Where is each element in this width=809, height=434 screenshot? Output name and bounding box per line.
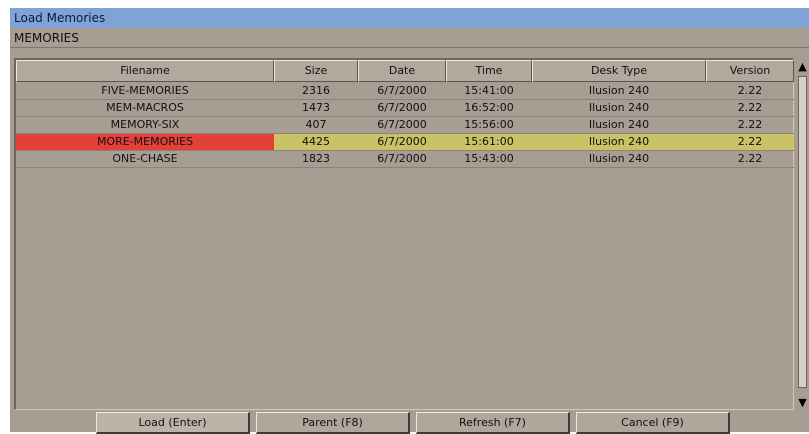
column-header-date[interactable]: Date: [358, 60, 446, 82]
vertical-scrollbar[interactable]: ▲ ▼: [796, 60, 809, 410]
cell-version: 2.22: [737, 135, 763, 148]
table-row[interactable]: MEMORY-SIX 407 6/7/2000 15:56:00 Ilusion…: [16, 117, 794, 134]
window-title: Load Memories: [10, 8, 809, 28]
column-header-time[interactable]: Time: [446, 60, 532, 82]
cell-filename: MEMORY-SIX: [110, 118, 180, 131]
cell-desk-type: Ilusion 240: [588, 84, 650, 97]
cell-desk-type: Ilusion 240: [588, 118, 650, 131]
cell-filename: FIVE-MEMORIES: [101, 84, 189, 97]
cell-version: 2.22: [737, 118, 763, 131]
scrollbar-thumb[interactable]: [798, 76, 807, 388]
cell-time: 15:41:00: [464, 84, 514, 97]
cell-filename: MEM-MACROS: [106, 101, 184, 114]
column-header-desk-type[interactable]: Desk Type: [532, 60, 706, 82]
load-memories-dialog: Load Memories MEMORIES Filename Size Dat…: [10, 8, 809, 434]
cell-size: 407: [305, 118, 327, 131]
cancel-button[interactable]: Cancel (F9): [576, 412, 730, 434]
load-button[interactable]: Load (Enter): [96, 412, 250, 434]
cell-time: 16:52:00: [464, 101, 514, 114]
parent-button[interactable]: Parent (F8): [256, 412, 410, 434]
cell-date: 6/7/2000: [377, 118, 427, 131]
cell-size: 1823: [302, 152, 330, 165]
cell-version: 2.22: [737, 84, 763, 97]
cell-date: 6/7/2000: [377, 101, 427, 114]
cell-desk-type: Ilusion 240: [588, 152, 650, 165]
table-row-selected[interactable]: MORE-MEMORIES 4425 6/7/2000 15:61:00 Ilu…: [16, 134, 794, 151]
cell-desk-type: Ilusion 240: [588, 135, 650, 148]
column-header-version[interactable]: Version: [706, 60, 794, 82]
table-row[interactable]: MEM-MACROS 1473 6/7/2000 16:52:00 Ilusio…: [16, 100, 794, 117]
cell-filename: MORE-MEMORIES: [16, 134, 274, 150]
cell-size: 2316: [302, 84, 330, 97]
cell-filename: ONE-CHASE: [112, 152, 178, 165]
column-header-filename[interactable]: Filename: [16, 60, 274, 82]
button-bar: Load (Enter) Parent (F8) Refresh (F7) Ca…: [10, 412, 809, 434]
arrow-up-icon[interactable]: ▲: [796, 60, 809, 74]
arrow-down-icon[interactable]: ▼: [796, 396, 809, 410]
cell-date: 6/7/2000: [377, 135, 427, 148]
cell-size: 4425: [302, 135, 330, 148]
column-header-size[interactable]: Size: [274, 60, 358, 82]
section-label: MEMORIES: [10, 28, 809, 48]
cell-time: 15:56:00: [464, 118, 514, 131]
cell-version: 2.22: [737, 152, 763, 165]
table-row[interactable]: FIVE-MEMORIES 2316 6/7/2000 15:41:00 Ilu…: [16, 83, 794, 100]
cell-time: 15:43:00: [464, 152, 514, 165]
cell-size: 1473: [302, 101, 330, 114]
table-header: Filename Size Date Time Desk Type Versio…: [16, 60, 794, 82]
cell-version: 2.22: [737, 101, 763, 114]
cell-time: 15:61:00: [464, 135, 514, 148]
cell-desk-type: Ilusion 240: [588, 101, 650, 114]
cell-date: 6/7/2000: [377, 152, 427, 165]
memories-table: Filename Size Date Time Desk Type Versio…: [14, 58, 794, 410]
table-row[interactable]: ONE-CHASE 1823 6/7/2000 15:43:00 Ilusion…: [16, 151, 794, 168]
refresh-button[interactable]: Refresh (F7): [416, 412, 570, 434]
cell-date: 6/7/2000: [377, 84, 427, 97]
